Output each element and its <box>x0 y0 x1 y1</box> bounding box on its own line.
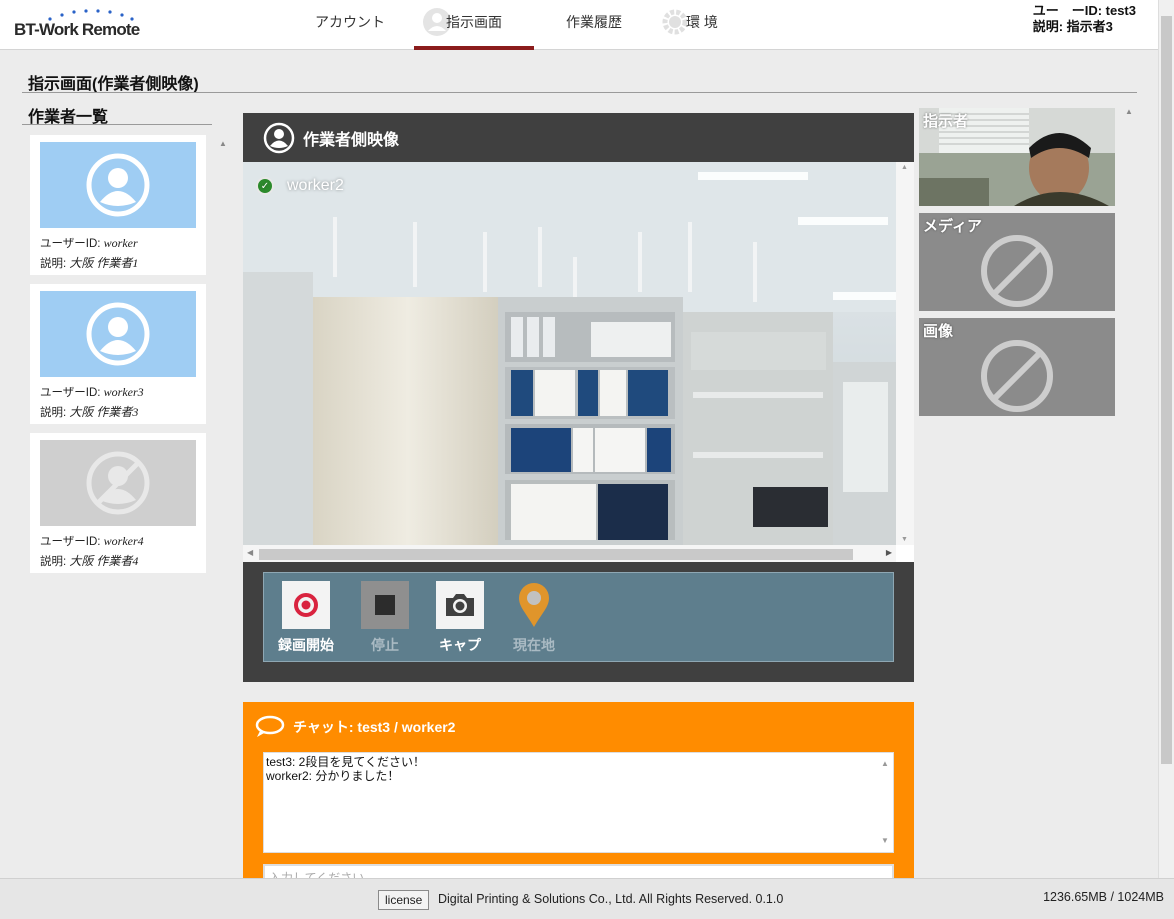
user-icon <box>86 153 150 217</box>
scroll-up-icon[interactable]: ▲ <box>881 757 889 771</box>
chat-message: worker2: 分かりました！ <box>266 769 400 783</box>
video-horizontal-scrollbar[interactable]: ◀ ▶ <box>243 545 896 562</box>
worker-desc-line: 説明: 大阪 作業者1 <box>40 256 139 270</box>
check-icon: ✓ <box>256 177 274 195</box>
nav-instruction-label: 指示画面 <box>446 14 502 30</box>
map-pin-icon <box>510 581 558 629</box>
worker-avatar-offline <box>40 440 196 526</box>
worker-desc-line: 説明: 大阪 作業者3 <box>40 405 139 419</box>
capture-label: キャプ <box>439 637 481 653</box>
user-id: ユー ーID: test3 <box>1032 3 1136 18</box>
worker-card[interactable]: ユーザーID: worker3 説明: 大阪 作業者3 <box>30 284 206 424</box>
record-start-button[interactable]: 録画開始 <box>274 581 338 655</box>
logo-text: BT-Work Remote <box>14 20 140 39</box>
right-panel-scroll-up-icon[interactable]: ▲ <box>1125 107 1133 116</box>
worker-list-divider <box>22 124 212 125</box>
video-frame-image <box>243 162 896 545</box>
user-info: ユー ーID: test3 説明: 指示者3 <box>1033 3 1136 35</box>
worker-card[interactable]: ユーザーID: worker 説明: 大阪 作業者1 <box>30 135 206 275</box>
worker-avatar <box>40 291 196 377</box>
worker-card[interactable]: ユーザーID: worker4 説明: 大阪 作業者4 <box>30 433 206 573</box>
record-icon <box>282 581 330 629</box>
stop-icon <box>361 581 409 629</box>
prohibited-icon <box>981 340 1053 412</box>
page-scroll-thumb[interactable] <box>1161 16 1172 764</box>
instructor-video-tile[interactable]: 指示者 <box>919 108 1115 206</box>
video-stream <box>243 162 896 545</box>
location-button[interactable]: 現在地 <box>502 581 566 655</box>
nav-history[interactable]: 作業履歴 <box>544 0 644 50</box>
user-unavailable-icon <box>86 451 150 515</box>
capture-button[interactable]: キャプ <box>428 581 492 655</box>
scroll-left-icon[interactable]: ◀ <box>247 548 253 557</box>
stop-label: 停止 <box>371 637 399 653</box>
active-worker-tag: ✓ worker2 <box>256 177 344 195</box>
horizontal-scroll-thumb[interactable] <box>259 549 853 560</box>
nav-settings[interactable]: 環 境 <box>656 0 736 50</box>
license-button[interactable]: license <box>378 890 430 910</box>
stop-button[interactable]: 停止 <box>353 581 417 655</box>
worker-video-panel: 作業者側映像 ✓ worker2 ▲ ▼ ◀ ▶ 録画開始 停止 キャプ 現在地 <box>243 113 914 682</box>
nav-instruction[interactable]: 指示画面 <box>414 0 534 50</box>
chat-header: チャット: test3 / worker2 <box>255 715 455 739</box>
camera-icon <box>436 581 484 629</box>
worker-id-line: ユーザーID: worker <box>40 236 138 250</box>
nav-history-label: 作業履歴 <box>566 14 622 30</box>
title-divider <box>22 92 1137 93</box>
page-title: 指示画面(作業者側映像) <box>28 76 199 93</box>
worker-desc-line: 説明: 大阪 作業者4 <box>40 554 139 568</box>
instructor-label: 指示者 <box>923 113 969 130</box>
worker-avatar <box>40 142 196 228</box>
user-icon <box>86 302 150 366</box>
video-control-bar: 録画開始 停止 キャプ 現在地 <box>263 572 894 662</box>
app-header: BT-Work Remote アカウント 指示画面 作業履歴 環 境 ユー ーI… <box>0 0 1158 50</box>
chat-log[interactable]: test3: 2段目を見てください！ worker2: 分かりました！ ▲ ▼ <box>263 752 894 853</box>
media-tile[interactable]: メディア <box>919 213 1115 311</box>
page-scrollbar[interactable] <box>1158 0 1174 878</box>
video-panel-header: 作業者側映像 <box>263 122 400 154</box>
copyright-text: Digital Printing & Solutions Co., Ltd. A… <box>438 892 784 906</box>
scroll-down-icon[interactable]: ▼ <box>901 536 908 543</box>
user-icon <box>263 122 295 154</box>
memory-usage: 1236.65MB / 1024MB <box>1043 890 1164 904</box>
scroll-down-icon[interactable]: ▼ <box>881 834 889 848</box>
nav-settings-label: 環 境 <box>686 14 718 30</box>
location-label: 現在地 <box>513 637 555 653</box>
worker-id-line: ユーザーID: worker3 <box>40 385 144 399</box>
image-tile[interactable]: 画像 <box>919 318 1115 416</box>
scroll-right-icon[interactable]: ▶ <box>886 548 892 557</box>
nav-account-label: アカウント <box>315 14 385 30</box>
chat-message: test3: 2段目を見てください！ <box>266 755 425 769</box>
worker-id-line: ユーザーID: worker4 <box>40 534 144 548</box>
video-viewport[interactable]: ✓ worker2 ▲ ▼ ◀ ▶ <box>243 162 914 562</box>
nav-account[interactable]: アカウント <box>300 0 400 50</box>
scroll-up-icon[interactable]: ▲ <box>901 164 908 171</box>
user-description: 説明: 指示者3 <box>1032 19 1113 34</box>
chat-title: チャット: test3 / worker2 <box>293 719 456 735</box>
video-vertical-scrollbar[interactable]: ▲ ▼ <box>896 162 914 545</box>
video-panel-title: 作業者側映像 <box>303 132 400 149</box>
image-label: 画像 <box>923 323 954 340</box>
app-logo[interactable]: BT-Work Remote <box>14 8 154 42</box>
chat-panel: チャット: test3 / worker2 test3: 2段目を見てください！… <box>243 702 914 886</box>
footer: license Digital Printing & Solutions Co.… <box>0 878 1174 919</box>
chat-log-scrollbar[interactable]: ▲ ▼ <box>877 753 893 852</box>
prohibited-icon <box>981 235 1053 307</box>
chat-bubble-icon <box>255 715 285 737</box>
media-label: メディア <box>923 218 982 235</box>
record-start-label: 録画開始 <box>278 637 334 653</box>
active-worker-name: worker2 <box>287 177 344 194</box>
worker-list-scroll-up-icon[interactable]: ▲ <box>219 139 227 148</box>
